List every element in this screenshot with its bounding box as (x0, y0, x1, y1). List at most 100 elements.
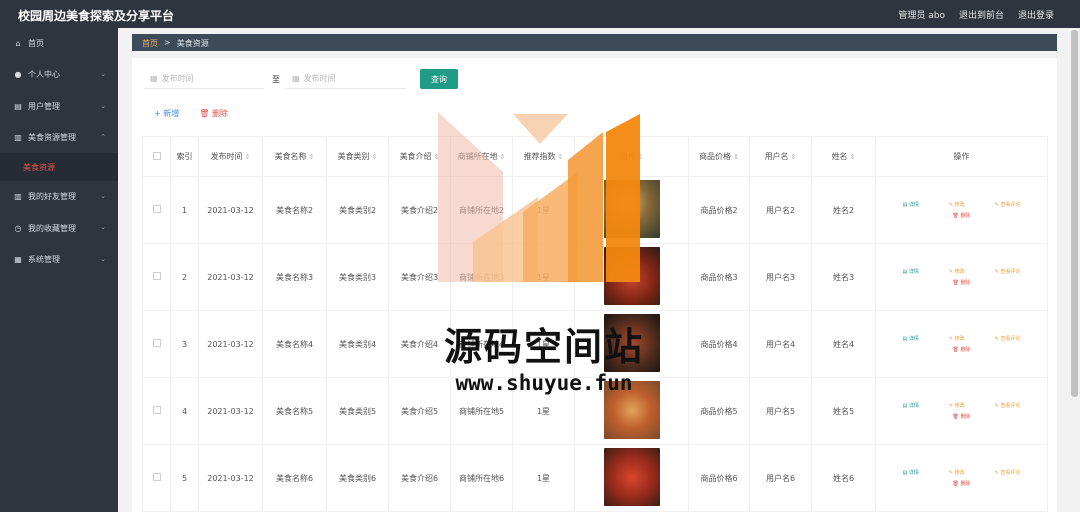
intro-cell: 美食介绍6 (388, 444, 451, 512)
column-header: 索引 (170, 136, 199, 177)
detail-button[interactable]: ▤ 详情 (903, 335, 919, 342)
edit-label: 修改 (954, 403, 965, 409)
row-checkbox[interactable] (152, 339, 161, 347)
food-table: 索引 发布时间 ⇕ 美食名称 ⇕ 美食类别 ⇕ 美食介绍 ⇕ 商铺所在地 ⇕ 推荐指数 ⇕ … (142, 136, 1048, 512)
start-date-input[interactable]: ▦ 发布时间 (144, 69, 264, 89)
column-header[interactable]: 发布时间 ⇕ (198, 136, 263, 177)
sidebar-item-friends[interactable]: ▥ 我的好友管理 ⌄ (0, 181, 118, 212)
column-header[interactable]: 商铺所在地 ⇕ (450, 136, 513, 177)
view-comments-label: 查看评论 (1000, 202, 1021, 208)
sidebar-item-food-resources[interactable]: ▥ 美食资源管理 ⌃ (0, 122, 118, 153)
row-delete-button[interactable]: 🗑 删除 (884, 346, 1039, 353)
index-cell: 2 (170, 243, 199, 311)
view-comments-button[interactable]: ✎ 查看评论 (995, 201, 1021, 208)
top-right-menu: 管理员 abo 退出到前台 退出登录 (898, 8, 1054, 21)
sidebar-item-profile[interactable]: ● 个人中心 ⌄ (0, 59, 118, 90)
row-select-cell (142, 377, 171, 445)
row-checkbox[interactable] (152, 205, 161, 213)
user-icon: ● (14, 70, 22, 80)
edit-label: 修改 (954, 269, 965, 275)
detail-label: 详情 (908, 336, 919, 342)
column-header-label: 图片 (619, 152, 636, 161)
column-header[interactable]: 美食名称 ⇕ (262, 136, 327, 177)
column-header[interactable]: 图片 ⇕ (574, 136, 689, 177)
row-delete-button[interactable]: 🗑 删除 (884, 413, 1039, 420)
view-comments-button[interactable]: ✎ 查看评论 (995, 402, 1021, 409)
column-header-label: 发布时间 (210, 152, 243, 161)
detail-button[interactable]: ▤ 详情 (903, 201, 919, 208)
date-cell: 2021-03-12 (198, 310, 263, 378)
chevron-down-icon: ⌄ (100, 223, 106, 232)
logout-link[interactable]: 退出登录 (1018, 8, 1054, 21)
sort-icon: ⇕ (433, 153, 440, 161)
delete-button-label: 删除 (211, 109, 228, 118)
edit-button[interactable]: ✎ 修改 (949, 402, 965, 409)
row-delete-label: 删除 (960, 481, 971, 487)
end-date-input[interactable]: ▦ 发布时间 (286, 69, 406, 89)
edit-button[interactable]: ✎ 修改 (949, 201, 965, 208)
row-checkbox[interactable] (152, 473, 161, 481)
delete-button[interactable]: 🗑 删除 (199, 108, 228, 119)
sidebar-item-home[interactable]: ⌂ 首页 (0, 28, 118, 59)
date-range-separator: 至 (272, 74, 280, 84)
date-cell: 2021-03-12 (198, 176, 263, 244)
page-scrollbar[interactable] (1070, 28, 1080, 512)
sidebar-item-favorites[interactable]: ◷ 我的收藏管理 ⌄ (0, 212, 118, 243)
detail-button[interactable]: ▤ 详情 (903, 469, 919, 476)
detail-label: 详情 (908, 202, 919, 208)
breadcrumb-home[interactable]: 首页 (142, 38, 158, 48)
chevron-down-icon: ⌄ (100, 70, 106, 79)
chevron-up-icon: ⌃ (100, 132, 106, 141)
main-content: 首页 > 美食资源 ▦ 发布时间 至 ▦ 发布时间 查询 + 新增 🗑 删除 索… (118, 28, 1070, 512)
view-comments-button[interactable]: ✎ 查看评论 (995, 335, 1021, 342)
column-header[interactable]: 姓名 ⇕ (811, 136, 876, 177)
view-comments-button[interactable]: ✎ 查看评论 (995, 268, 1021, 275)
row-delete-button[interactable]: 🗑 删除 (884, 480, 1039, 487)
column-header: 操作 (875, 136, 1048, 177)
column-header[interactable]: 推荐指数 ⇕ (512, 136, 575, 177)
sort-icon: ⇕ (557, 153, 564, 161)
search-row: ▦ 发布时间 至 ▦ 发布时间 查询 (144, 68, 458, 90)
query-button[interactable]: 查询 (420, 69, 458, 89)
view-comments-label: 查看评论 (1000, 269, 1021, 275)
column-header[interactable]: 美食类别 ⇕ (326, 136, 389, 177)
row-delete-button[interactable]: 🗑 删除 (884, 279, 1039, 286)
goto-front-link[interactable]: 退出到前台 (959, 8, 1004, 21)
detail-button[interactable]: ▤ 详情 (903, 402, 919, 409)
intro-cell: 美食介绍2 (388, 176, 451, 244)
row-checkbox[interactable] (152, 272, 161, 280)
edit-button[interactable]: ✎ 修改 (949, 469, 965, 476)
chevron-down-icon: ⌄ (100, 192, 106, 201)
edit-label: 修改 (954, 470, 965, 476)
app-title: 校园周边美食探索及分享平台 (18, 9, 175, 23)
trash-icon: 🗑 (199, 109, 210, 118)
column-header[interactable]: 美食介绍 ⇕ (388, 136, 451, 177)
shop-cell: 商铺所在地6 (450, 444, 513, 512)
detail-button[interactable]: ▤ 详情 (903, 268, 919, 275)
date-cell: 2021-03-12 (198, 444, 263, 512)
username-cell: 用户名4 (749, 310, 812, 378)
row-delete-button[interactable]: 🗑 删除 (884, 212, 1039, 219)
row-checkbox[interactable] (152, 406, 161, 414)
username-cell: 用户名2 (749, 176, 812, 244)
column-header[interactable]: 商品价格 ⇕ (688, 136, 750, 177)
index-cell: 3 (170, 310, 199, 378)
column-header[interactable]: 用户名 ⇕ (749, 136, 812, 177)
action-row: + 新增 🗑 删除 (154, 108, 228, 119)
table-row: 1 2021-03-12 美食名称2 美食类别2 美食介绍2 商铺所在地2 1星 商品价格2 用… (142, 176, 1048, 244)
scrollbar-thumb[interactable] (1071, 30, 1078, 397)
sidebar-item-label: 美食资源管理 (28, 133, 76, 143)
sidebar-item-system[interactable]: ▦ 系统管理 ⌄ (0, 244, 118, 275)
select-all-checkbox[interactable] (152, 151, 161, 160)
column-header-label: 美食名称 (274, 152, 307, 161)
sort-icon: ⇕ (371, 153, 378, 161)
add-button[interactable]: + 新增 (154, 108, 179, 119)
edit-button[interactable]: ✎ 修改 (949, 268, 965, 275)
sidebar-item-users[interactable]: ▤ 用户管理 ⌄ (0, 91, 118, 122)
sidebar-item-label: 我的好友管理 (28, 192, 76, 202)
username-cell: 用户名6 (749, 444, 812, 512)
sidebar-subitem-food[interactable]: 美食资源 (0, 153, 118, 182)
realname-cell: 姓名4 (811, 310, 876, 378)
edit-button[interactable]: ✎ 修改 (949, 335, 965, 342)
view-comments-button[interactable]: ✎ 查看评论 (995, 469, 1021, 476)
